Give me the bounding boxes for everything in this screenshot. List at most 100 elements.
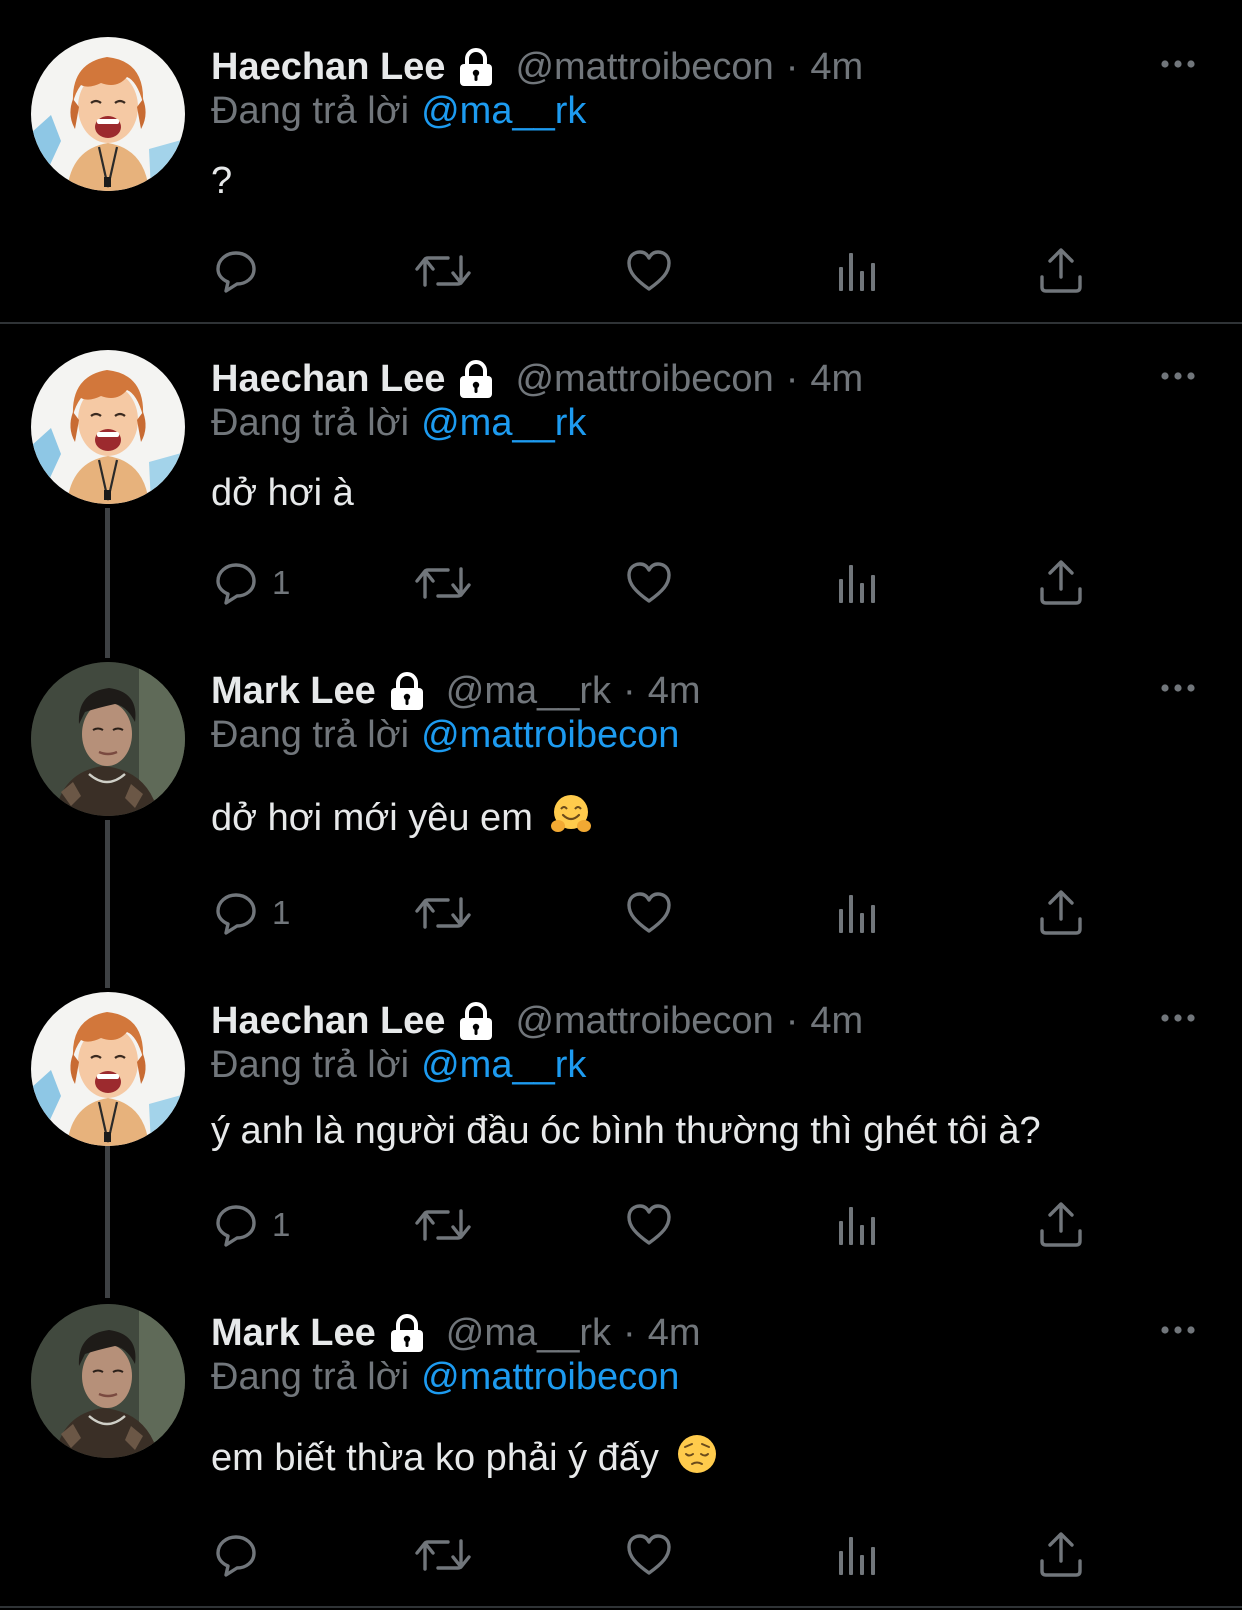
- tweet[interactable]: Mark Lee @ma__rk · 4m Đang trả lời @mattr…: [0, 1304, 1242, 1604]
- avatar[interactable]: [31, 662, 185, 816]
- retweet-button[interactable]: [415, 1530, 471, 1580]
- mention-link[interactable]: @ma__rk: [421, 90, 586, 132]
- mention-link[interactable]: @ma__rk: [421, 1044, 586, 1086]
- avatar[interactable]: [31, 992, 185, 1146]
- tweet-text: ý anh là người đầu óc bình thường thì gh…: [211, 1110, 1041, 1153]
- user-handle[interactable]: @mattroibecon: [515, 46, 773, 89]
- more-icon[interactable]: [1158, 1008, 1198, 1028]
- avatar[interactable]: [31, 350, 185, 504]
- share-button[interactable]: [1037, 1530, 1085, 1580]
- reply-button[interactable]: 1: [212, 888, 290, 938]
- analytics-button[interactable]: [833, 1530, 881, 1580]
- reply-count: 1: [272, 1206, 291, 1243]
- like-button[interactable]: [625, 888, 673, 938]
- retweet-button[interactable]: [415, 888, 471, 938]
- analytics-button[interactable]: [833, 888, 881, 938]
- like-button[interactable]: [625, 1530, 673, 1580]
- analytics-button[interactable]: [833, 558, 881, 608]
- display-name[interactable]: Haechan Lee: [211, 46, 445, 89]
- tweet[interactable]: Haechan Lee @mattroibecon · 4m Đang trả …: [0, 992, 1242, 1292]
- reply-button[interactable]: [212, 1530, 260, 1580]
- more-icon[interactable]: [1158, 54, 1198, 74]
- divider: [0, 1606, 1242, 1608]
- mention-link[interactable]: @ma__rk: [421, 402, 586, 444]
- share-button[interactable]: [1037, 558, 1085, 608]
- display-name[interactable]: Mark Lee: [211, 1312, 376, 1355]
- mention-link[interactable]: @mattroibecon: [421, 714, 679, 756]
- tweet[interactable]: Mark Lee @ma__rk · 4m Đang trả lời @mattr…: [0, 662, 1242, 982]
- display-name[interactable]: Haechan Lee: [211, 1000, 445, 1043]
- share-upload-icon: [1037, 1201, 1085, 1249]
- tweet[interactable]: Haechan Lee @mattroibecon · 4m Đang trả …: [0, 0, 1242, 322]
- like-button[interactable]: [625, 1200, 673, 1250]
- replying-to-line: Đang trả lời @ma__rk: [211, 90, 586, 133]
- replying-to-label: Đang trả lời: [211, 714, 410, 756]
- tweet-header: Haechan Lee @mattroibecon · 4m: [211, 996, 863, 1046]
- user-handle[interactable]: @mattroibecon: [515, 1000, 773, 1043]
- reply-count: 1: [272, 564, 291, 601]
- timestamp[interactable]: 4m: [810, 1000, 863, 1043]
- lock-icon: [386, 1312, 428, 1354]
- lock-icon: [455, 358, 497, 400]
- replying-to-line: Đang trả lời @ma__rk: [211, 402, 586, 445]
- retweet-icon: [415, 247, 471, 295]
- hugging-face-emoji: [549, 792, 593, 836]
- reply-button[interactable]: [212, 246, 260, 296]
- user-handle[interactable]: @mattroibecon: [515, 358, 773, 401]
- divider: [0, 322, 1242, 324]
- tweet-text: em biết thừa ko phải ý đấy: [211, 1432, 719, 1480]
- action-bar: [0, 246, 1242, 296]
- reply-bubble-icon: [212, 247, 260, 295]
- retweet-button[interactable]: [415, 246, 471, 296]
- display-name[interactable]: Haechan Lee: [211, 358, 445, 401]
- reply-button[interactable]: 1: [212, 1200, 290, 1250]
- avatar[interactable]: [31, 1304, 185, 1458]
- user-handle[interactable]: @ma__rk: [446, 1312, 611, 1355]
- replying-to-line: Đang trả lời @mattroibecon: [211, 1356, 679, 1399]
- more-icon[interactable]: [1158, 366, 1198, 386]
- more-icon[interactable]: [1158, 1320, 1198, 1340]
- replying-to-line: Đang trả lời @mattroibecon: [211, 714, 679, 757]
- tweet-text-content: ?: [211, 160, 233, 202]
- analytics-button[interactable]: [833, 1200, 881, 1250]
- heart-icon: [625, 1531, 673, 1579]
- mention-link[interactable]: @mattroibecon: [421, 1356, 679, 1398]
- action-bar: 1: [0, 1200, 1242, 1250]
- analytics-bars-icon: [833, 1201, 881, 1249]
- tweet-header: Haechan Lee @mattroibecon · 4m: [211, 354, 863, 404]
- share-button[interactable]: [1037, 888, 1085, 938]
- share-upload-icon: [1037, 1531, 1085, 1579]
- tweet-header: Mark Lee @ma__rk · 4m: [211, 666, 701, 716]
- share-upload-icon: [1037, 889, 1085, 937]
- more-icon[interactable]: [1158, 678, 1198, 698]
- timestamp[interactable]: 4m: [648, 1312, 701, 1355]
- like-button[interactable]: [625, 558, 673, 608]
- timestamp[interactable]: 4m: [810, 358, 863, 401]
- retweet-button[interactable]: [415, 558, 471, 608]
- retweet-icon: [415, 1531, 471, 1579]
- share-button[interactable]: [1037, 246, 1085, 296]
- like-button[interactable]: [625, 246, 673, 296]
- user-handle[interactable]: @ma__rk: [446, 670, 611, 713]
- retweet-button[interactable]: [415, 1200, 471, 1250]
- separator-dot: ·: [623, 669, 636, 712]
- tweet-text: dở hơi à: [211, 472, 354, 515]
- heart-icon: [625, 889, 673, 937]
- timestamp[interactable]: 4m: [810, 46, 863, 89]
- separator-dot: ·: [623, 1311, 636, 1354]
- reply-button[interactable]: 1: [212, 558, 290, 608]
- retweet-icon: [415, 559, 471, 607]
- replying-to-label: Đang trả lời: [211, 402, 410, 444]
- share-button[interactable]: [1037, 1200, 1085, 1250]
- analytics-bars-icon: [833, 559, 881, 607]
- lock-icon: [386, 670, 428, 712]
- heart-icon: [625, 559, 673, 607]
- timestamp[interactable]: 4m: [648, 670, 701, 713]
- tweet-text-content: em biết thừa ko phải ý đấy: [211, 1437, 659, 1479]
- analytics-bars-icon: [833, 247, 881, 295]
- display-name[interactable]: Mark Lee: [211, 670, 376, 713]
- tweet-header: Haechan Lee @mattroibecon · 4m: [211, 42, 863, 92]
- tweet[interactable]: Haechan Lee @mattroibecon · 4m Đang trả …: [0, 350, 1242, 650]
- avatar[interactable]: [31, 37, 185, 191]
- analytics-button[interactable]: [833, 246, 881, 296]
